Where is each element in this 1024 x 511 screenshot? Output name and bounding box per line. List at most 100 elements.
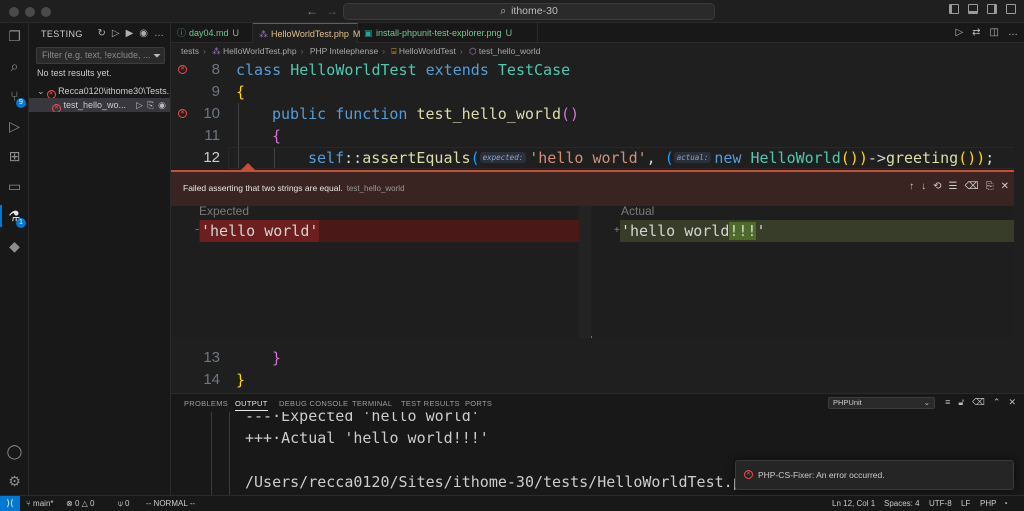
- open-changes-icon[interactable]: ⇄: [972, 27, 980, 38]
- arrow-right-icon[interactable]: →: [326, 4, 338, 18]
- test-filter-input[interactable]: Filter (e.g. text, !exclude, ... ⏷: [36, 47, 165, 64]
- tab-debug-console[interactable]: DEBUG CONSOLE: [279, 399, 348, 408]
- token-function: greeting: [885, 149, 959, 167]
- open-in-editor-icon[interactable]: ⎘: [986, 181, 994, 192]
- token-class: HelloWorld: [750, 149, 841, 167]
- breadcrumb-item[interactable]: test_hello_world: [479, 46, 540, 56]
- tab-ports[interactable]: PORTS: [465, 399, 492, 408]
- end-of-line[interactable]: LF: [961, 496, 970, 511]
- tab-output[interactable]: OUTPUT: [235, 399, 268, 411]
- error-notification[interactable]: ✕ PHP-CS-Fixer: An error occurred.: [735, 460, 1014, 490]
- tab-terminal[interactable]: TERMINAL: [352, 399, 392, 408]
- command-center-search[interactable]: ⌕ ithome-30: [343, 3, 715, 20]
- tab-day04[interactable]: ⓘ day04.md U: [171, 23, 253, 43]
- split-editor-icon[interactable]: ◫: [990, 27, 999, 38]
- refresh-tests-icon[interactable]: ↻: [97, 28, 105, 39]
- breadcrumb-item[interactable]: HelloWorldTest: [399, 46, 456, 56]
- toggle-secondary-sidebar-icon[interactable]: [987, 4, 997, 14]
- tab-test-results[interactable]: TEST RESULTS: [401, 399, 460, 408]
- problems-status[interactable]: ⊗ 0 △ 0: [66, 496, 94, 511]
- token-class: TestCase: [497, 61, 571, 79]
- code-text: public function test_hello_world(): [272, 103, 579, 125]
- trash-icon[interactable]: ⌫: [964, 181, 978, 192]
- run-debug-icon[interactable]: ▷: [6, 118, 23, 135]
- output-channel-select[interactable]: PHPUnit ⌄: [828, 397, 935, 409]
- test-failed-gutter-icon[interactable]: ✕: [178, 109, 187, 118]
- customize-layout-icon[interactable]: [1006, 4, 1016, 14]
- peek-header: Failed asserting that two strings are eq…: [171, 172, 1014, 206]
- more-actions-icon[interactable]: …: [1008, 27, 1018, 38]
- explorer-icon[interactable]: ❐: [6, 28, 23, 45]
- go-to-test-icon[interactable]: ⎘: [147, 98, 154, 112]
- next-icon[interactable]: ↓: [921, 181, 926, 192]
- active-indicator: [0, 205, 2, 227]
- test-failed-gutter-icon[interactable]: ✕: [178, 65, 187, 74]
- show-output-icon[interactable]: ◉: [139, 28, 148, 39]
- ports-status[interactable]: ⍦ 0: [118, 496, 130, 511]
- language-mode[interactable]: PHP: [980, 496, 996, 511]
- cursor-position[interactable]: Ln 12, Col 1: [832, 496, 875, 511]
- tab-problems[interactable]: PROBLEMS: [184, 399, 228, 408]
- list-icon[interactable]: ☰: [949, 181, 958, 192]
- tab-install-png[interactable]: ▣ install-phpunit-test-explorer.png U: [358, 23, 538, 43]
- code-text: {: [236, 83, 246, 101]
- docker-icon[interactable]: ◆: [6, 238, 23, 255]
- close-icon[interactable]: ✕: [1001, 181, 1009, 192]
- run-test-icon[interactable]: ▷: [136, 98, 143, 112]
- php-file-icon: ⁂: [259, 29, 268, 39]
- toggle-primary-sidebar-icon[interactable]: [949, 4, 959, 14]
- test-case-item[interactable]: ✕ test_hello_wo... ▷ ⎘ ◉: [29, 98, 170, 112]
- branch-status[interactable]: ⑂ main*: [26, 496, 54, 511]
- source-control-badge: 9: [16, 98, 26, 108]
- previous-icon[interactable]: ↑: [909, 181, 914, 192]
- minimize-window-button[interactable]: [25, 7, 35, 17]
- indentation[interactable]: Spaces: 4: [884, 496, 920, 511]
- actual-value: 'hello world!!!': [621, 220, 766, 242]
- breadcrumb-item[interactable]: PHP Intelephense: [310, 46, 378, 56]
- remote-indicator-icon[interactable]: ⟩⟨: [0, 496, 20, 511]
- tab-helloworldtest[interactable]: ⁂ HelloWorldTest.php M: [253, 23, 360, 43]
- radio-tower-icon: ⍦: [118, 499, 123, 508]
- lock-icon[interactable]: 🔓︎: [958, 397, 964, 408]
- arrow-left-icon[interactable]: ←: [306, 4, 318, 18]
- close-icon[interactable]: ✕: [1008, 397, 1016, 408]
- testing-flask-icon[interactable]: ⚗ 1: [6, 208, 26, 228]
- breadcrumb-item[interactable]: HelloWorldTest.php: [223, 46, 297, 56]
- close-window-button[interactable]: [9, 7, 19, 17]
- notifications-bell-icon[interactable]: ◔: [1003, 496, 1008, 511]
- chevron-right-icon: ›: [300, 46, 304, 56]
- gear-icon[interactable]: ⚙: [6, 473, 23, 490]
- clear-output-icon[interactable]: ⌫: [972, 397, 985, 408]
- encoding[interactable]: UTF-8: [929, 496, 952, 511]
- inlay-hint-expected: expected:: [479, 152, 527, 163]
- more-actions-icon[interactable]: …: [154, 28, 164, 39]
- maximize-panel-icon[interactable]: ⌃: [993, 397, 1001, 408]
- php-file-icon: ⁂: [212, 46, 221, 56]
- minimap-scrollbar[interactable]: [1014, 43, 1024, 393]
- code-line-13: 13 }: [171, 347, 1024, 369]
- image-file-icon: ▣: [364, 28, 373, 38]
- branch-name: main*: [33, 499, 54, 508]
- expected-value: 'hello world': [200, 220, 320, 242]
- maximize-window-button[interactable]: [41, 7, 51, 17]
- scrollbar[interactable]: [579, 206, 591, 338]
- chevron-down-icon[interactable]: ⌄: [37, 86, 45, 96]
- failed-icon: ✕: [46, 90, 56, 98]
- search-icon[interactable]: ⌕: [6, 58, 23, 75]
- run-all-tests-icon[interactable]: ▷: [112, 28, 120, 39]
- debug-test-icon[interactable]: ◉: [158, 98, 166, 112]
- filter-icon[interactable]: ⏷: [153, 49, 161, 63]
- test-suite-item[interactable]: ⌄ ✕ Recca0120\ithome30\Tests...: [29, 84, 170, 98]
- run-icon[interactable]: ▷: [955, 27, 963, 38]
- debug-tests-icon[interactable]: ▶: [126, 28, 134, 39]
- source-control-icon[interactable]: ⑂ 9: [6, 88, 26, 108]
- accounts-icon[interactable]: ◯: [6, 443, 23, 460]
- breadcrumb-item[interactable]: tests: [181, 46, 199, 56]
- sidebar-toolbar: ↻ ▷ ▶ ◉ …: [97, 28, 164, 39]
- toggle-panel-icon[interactable]: [968, 4, 978, 14]
- extensions-icon[interactable]: ⊞: [6, 148, 23, 165]
- list-filter-icon[interactable]: ≡: [945, 397, 950, 408]
- remote-explorer-icon[interactable]: ▭: [6, 178, 23, 195]
- output-line: /Users/recca0120/Sites/ithome-30/tests/H…: [245, 473, 742, 491]
- history-icon[interactable]: ⟲: [933, 181, 941, 192]
